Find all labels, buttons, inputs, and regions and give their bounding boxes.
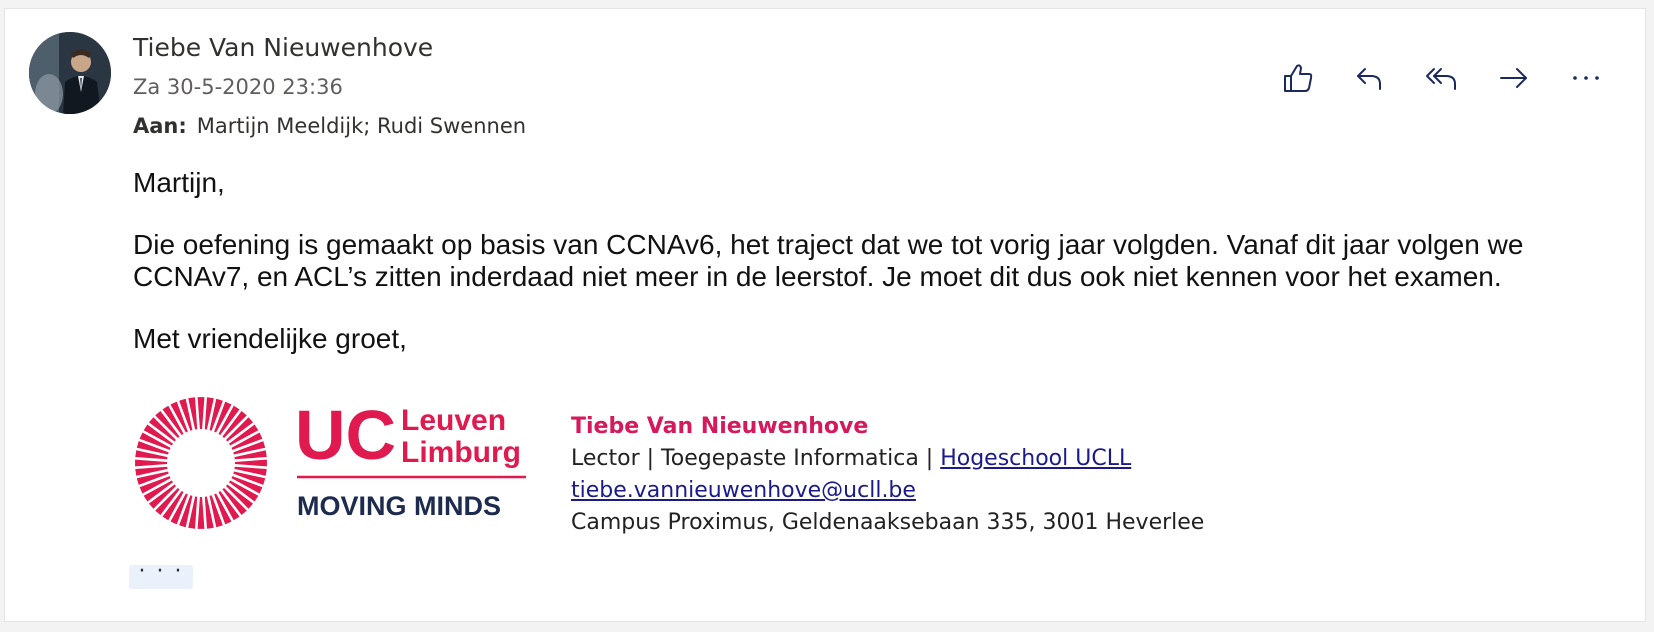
sent-date: Za 30-5-2020 23:36 [133,75,343,99]
reply-button[interactable] [1347,55,1393,101]
forward-icon [1500,68,1527,88]
more-actions-icon [1573,76,1599,80]
message-body: Martijn, Die oefening is gemaakt op basi… [133,167,1613,385]
greeting: Martijn, [133,167,225,198]
logo-uc: UC [295,396,396,474]
avatar[interactable] [29,32,111,114]
signature-address: Campus Proximus, Geldenaaksebaan 335, 30… [571,510,1205,535]
signature-email-line: tiebe.vannieuwenhove@ucll.be [571,475,1204,507]
sunburst-ray [197,496,205,529]
logo-limburg: Limburg [401,436,521,469]
thumbs-up-icon [1284,64,1313,92]
signature-role-line: Lector | Toegepaste Informatica | Hogesc… [571,443,1204,475]
closing: Met vriendelijke groet, [133,323,407,354]
like-button[interactable] [1275,55,1321,101]
signature-email-link[interactable]: tiebe.vannieuwenhove@ucll.be [571,478,916,503]
reply-icon [1357,68,1381,90]
show-trimmed-content-button[interactable]: · · · [129,561,193,589]
sender-name[interactable]: Tiebe Van Nieuwenhove [133,33,433,62]
ucll-logo-graphic: UC Leuven Limburg MOVING MINDS [135,396,526,529]
logo-leuven: Leuven [401,404,506,437]
to-label: Aan: [133,114,187,138]
sunburst-ray [234,459,267,467]
recipients-line: Aan: Martijn Meeldijk; Rudi Swennen [133,114,526,138]
body-paragraph: Die oefening is gemaakt op basis van CCN… [133,229,1524,292]
sunburst-emblem [135,397,267,529]
reply-all-button[interactable] [1419,55,1465,101]
logo-tagline: MOVING MINDS [297,491,501,521]
forward-button[interactable] [1491,55,1537,101]
ucll-logo: UC Leuven Limburg MOVING MINDS [133,391,538,536]
message-actions [1275,55,1609,101]
avatar-photo [29,32,111,114]
signature-role: Lector | Toegepaste Informatica | [571,446,941,471]
sunburst-ray [135,459,168,467]
to-recipients[interactable]: Martijn Meeldijk; Rudi Swennen [197,114,526,138]
reply-all-icon [1426,68,1456,90]
sunburst-ray [197,397,205,430]
signature: Tiebe Van Nieuwenhove Lector | Toegepast… [571,411,1204,539]
signature-org-link[interactable]: Hogeschool UCLL [940,446,1131,471]
more-actions-button[interactable] [1563,55,1609,101]
signature-name: Tiebe Van Nieuwenhove [571,414,869,439]
message-card: Tiebe Van Nieuwenhove Za 30-5-2020 23:36… [4,8,1646,622]
